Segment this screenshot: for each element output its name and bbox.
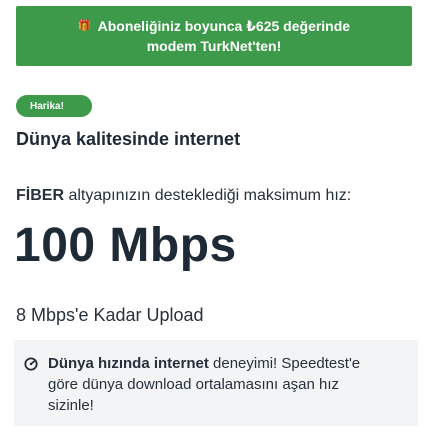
infrastructure-type: FİBER: [16, 187, 64, 204]
section-title: Dünya kalitesinde internet: [16, 129, 241, 149]
promo-line-1: Aboneliğiniz boyunca ₺625 değerinde: [97, 18, 351, 34]
status-badge: Harika!: [16, 95, 92, 117]
upload-speed-text: 8 Mbps'e Kadar Upload: [16, 305, 204, 325]
feature-highlight: Dünya hızında internet: [48, 355, 209, 372]
gift-icon: 🎁: [77, 20, 92, 32]
promo-banner[interactable]: 🎁 Aboneliğiniz boyunca ₺625 değerinde mo…: [16, 6, 412, 66]
infrastructure-caption-text: altyapınızın desteklediği maksimum hız:: [64, 187, 352, 204]
feature-card: Dünya hızında internet deneyimi! Speedte…: [14, 340, 418, 426]
max-speed-value: 100 Mbps: [14, 219, 237, 272]
speedometer-icon: [24, 357, 38, 371]
feature-description: Dünya hızında internet deneyimi! Speedte…: [48, 353, 388, 416]
promo-line-2: modem TurkNet'ten!: [146, 38, 282, 54]
infrastructure-caption: FİBER altyapınızın desteklediği maksimum…: [16, 187, 351, 205]
